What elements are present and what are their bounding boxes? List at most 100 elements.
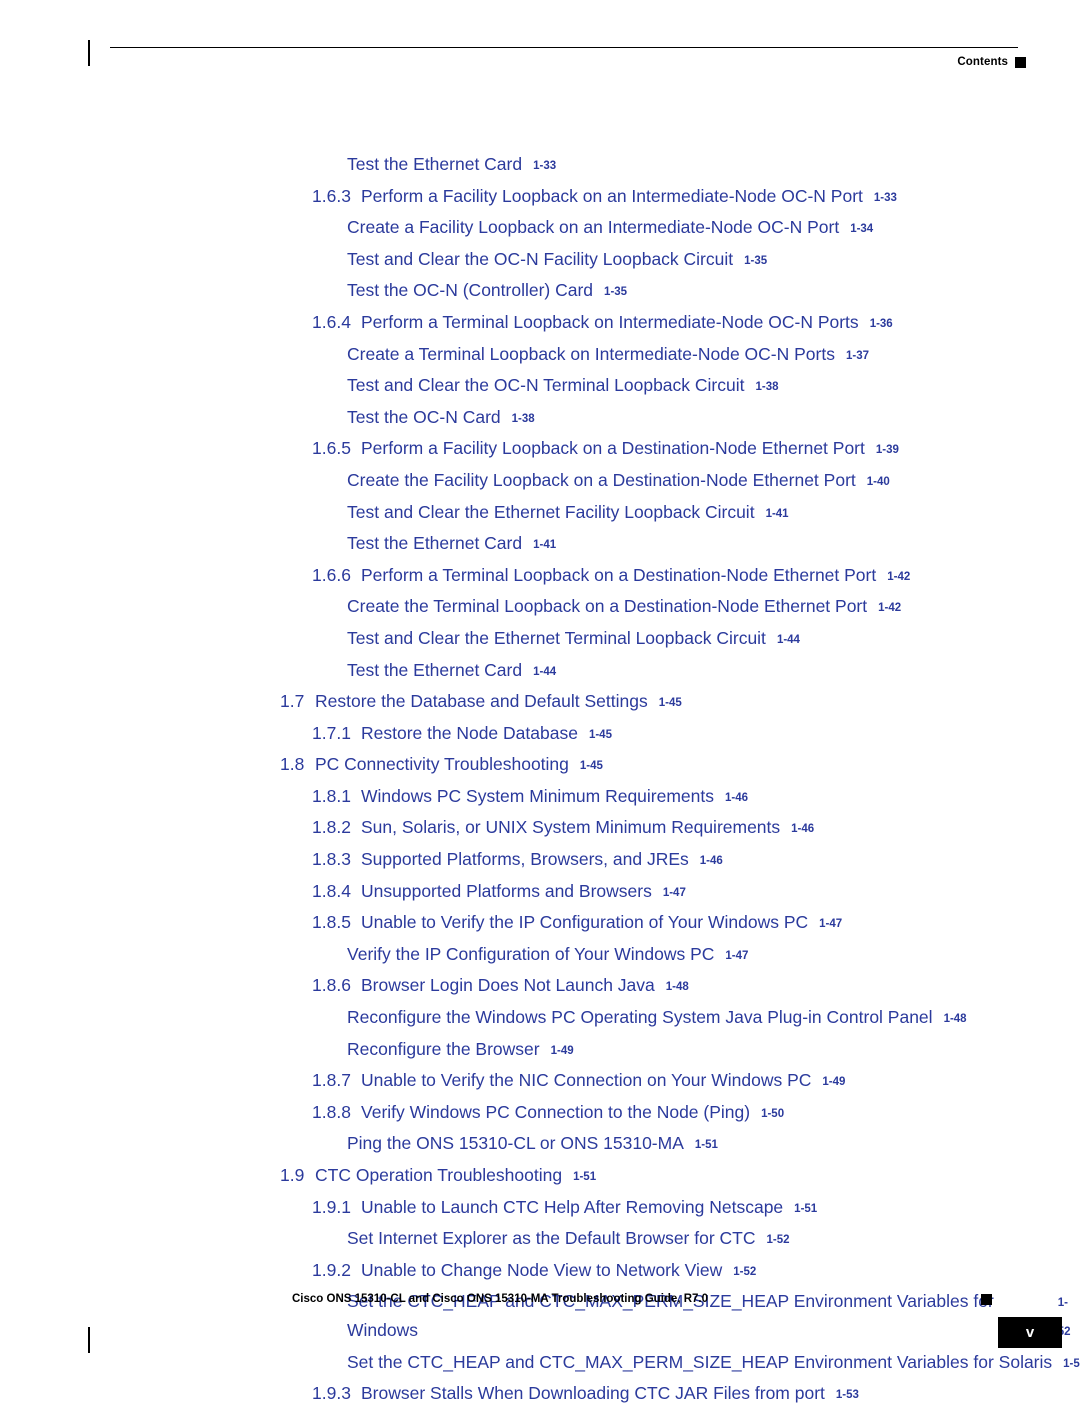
- toc-entry-title: Test the Ethernet Card: [347, 154, 523, 174]
- toc-entry-page: 1-35: [604, 286, 628, 299]
- toc-entry-title: Create the Facility Loopback on a Destin…: [347, 469, 856, 490]
- toc-entry-title: Perform a Terminal Loopback on a Destina…: [361, 564, 877, 585]
- toc-entry-title: Unsupported Platforms and Browsers: [361, 880, 652, 901]
- toc-entry[interactable]: Create the Terminal Loopback on a Destin…: [0, 592, 1080, 624]
- toc-entry[interactable]: 1.8.1 Windows PC System Minimum Requireme…: [0, 782, 1080, 814]
- toc-entry[interactable]: 1.6.6 Perform a Terminal Loopback on a De…: [0, 561, 1080, 593]
- toc-entry[interactable]: Test the Ethernet Card 1-41: [0, 529, 1080, 561]
- toc-entry-page: 1-51: [794, 1202, 818, 1215]
- toc-entry[interactable]: Test and Clear the OC-N Facility Loopbac…: [0, 245, 1080, 277]
- toc-entry-title: Create the Terminal Loopback on a Destin…: [347, 596, 868, 617]
- toc-entry-number: 1.9.1: [312, 1196, 351, 1217]
- toc-entry-title: Restore the Database and Default Setting…: [315, 691, 648, 712]
- toc-entry-page: 1-48: [665, 981, 689, 994]
- toc-entry-page: 1-36: [869, 317, 893, 330]
- toc-entry-number: 1.6.3: [312, 185, 351, 206]
- toc-entry-page: 1-49: [822, 1076, 846, 1089]
- toc-entry-number: 1.7.1: [312, 722, 351, 743]
- page-header: Contents: [0, 44, 1080, 74]
- toc-entry-number: 1.9: [280, 1165, 305, 1185]
- toc-entry[interactable]: Test the OC-N (Controller) Card 1-35: [0, 276, 1080, 308]
- toc-entry-title: Restore the Node Database: [361, 722, 578, 743]
- toc-entry[interactable]: 1.8.6 Browser Login Does Not Launch Java 1…: [0, 971, 1080, 1003]
- toc-entry-title: Verify the IP Configuration of Your Wind…: [347, 943, 715, 964]
- toc-entry-page: 1-45: [579, 760, 603, 773]
- toc-entry-page: 1-47: [819, 918, 843, 931]
- toc-entry-title: Test and Clear the Ethernet Facility Loo…: [347, 501, 755, 522]
- toc-entry-page: 1-34: [850, 223, 874, 236]
- toc-entry-title: Unable to Verify the IP Configuration of…: [361, 912, 809, 933]
- toc-entry[interactable]: Set Internet Explorer as the Default Bro…: [0, 1224, 1080, 1256]
- toc-entry-page: 1-52: [766, 1234, 790, 1247]
- header-contents-label: Contents: [957, 56, 1008, 68]
- toc-entry[interactable]: 1.7 Restore the Database and Default Sett…: [0, 687, 1080, 719]
- toc-entry-page: 1-42: [887, 570, 911, 583]
- toc-entry-number: 1.8.2: [312, 817, 351, 838]
- toc-entry-title: Test and Clear the OC-N Terminal Loopbac…: [347, 375, 745, 396]
- toc-entry[interactable]: Test the Ethernet Card 1-44: [0, 656, 1080, 688]
- toc-entry-title: Browser Login Does Not Launch Java: [361, 975, 655, 996]
- toc-entry-page: 1-40: [866, 475, 890, 488]
- toc-entry[interactable]: 1.9 CTC Operation Troubleshooting 1-51: [0, 1161, 1080, 1193]
- toc-entry[interactable]: 1.8.3 Supported Platforms, Browsers, and …: [0, 845, 1080, 877]
- toc-entry-title: Test and Clear the Ethernet Terminal Loo…: [347, 627, 766, 648]
- header-square-marker: [1015, 57, 1026, 68]
- toc-entry[interactable]: Test the OC-N Card 1-38: [0, 403, 1080, 435]
- toc-entry-title: Supported Platforms, Browsers, and JREs: [361, 849, 689, 870]
- toc-entry-page: 1-46: [725, 791, 749, 804]
- toc-entry[interactable]: 1.8.7 Unable to Verify the NIC Connection…: [0, 1066, 1080, 1098]
- toc-entry-number: 1.6.5: [312, 438, 351, 459]
- toc-entry[interactable]: 1.6.3 Perform a Facility Loopback on an I…: [0, 182, 1080, 214]
- toc-entry-title: Create a Facility Loopback on an Interme…: [347, 217, 840, 238]
- toc-entry-number: 1.8.6: [312, 975, 351, 996]
- toc-entry-page: 1-38: [511, 412, 535, 425]
- toc-entry-title: Verify Windows PC Connection to the Node…: [361, 1101, 751, 1122]
- toc-entry[interactable]: Create a Facility Loopback on an Interme…: [0, 213, 1080, 245]
- toc-entry-page: 1-49: [550, 1044, 574, 1057]
- toc-entry-title: Create a Terminal Loopback on Intermedia…: [347, 343, 835, 364]
- toc-entry-number: 1.8.1: [312, 785, 351, 806]
- toc-entry[interactable]: 1.8.2 Sun, Solaris, or UNIX System Minimu…: [0, 813, 1080, 845]
- toc-entry-page: 1-42: [878, 602, 902, 615]
- toc-entry-number: 1.8.3: [312, 849, 351, 870]
- toc-entry[interactable]: 1.8.4 Unsupported Platforms and Browsers 1…: [0, 877, 1080, 909]
- toc-entry-title: Unable to Verify the NIC Connection on Y…: [361, 1070, 812, 1091]
- toc-entry[interactable]: Verify the IP Configuration of Your Wind…: [0, 940, 1080, 972]
- toc-entry-title: Reconfigure the Windows PC Operating Sys…: [347, 1007, 933, 1028]
- toc-entry-page: 1-48: [943, 1013, 967, 1026]
- toc-entry-page: 1-50: [761, 1107, 785, 1120]
- toc-entry[interactable]: Test and Clear the Ethernet Facility Loo…: [0, 498, 1080, 530]
- toc-entry[interactable]: Reconfigure the Browser 1-49: [0, 1035, 1080, 1067]
- toc-entry[interactable]: Test the Ethernet Card 1-33: [0, 150, 1080, 182]
- toc-entry[interactable]: Test and Clear the OC-N Terminal Loopbac…: [0, 371, 1080, 403]
- toc-entry-number: 1.8.5: [312, 912, 351, 933]
- toc-entry[interactable]: 1.7.1 Restore the Node Database 1-45: [0, 719, 1080, 751]
- toc-entry[interactable]: 1.8.8 Verify Windows PC Connection to the…: [0, 1098, 1080, 1130]
- toc-entry[interactable]: Create the Facility Loopback on a Destin…: [0, 466, 1080, 498]
- toc-entry[interactable]: 1.6.4 Perform a Terminal Loopback on Inte…: [0, 308, 1080, 340]
- toc-entry-number: 1.8.8: [312, 1101, 351, 1122]
- toc-entry-number: 1.6.6: [312, 564, 351, 585]
- toc-entry[interactable]: 1.9.1 Unable to Launch CTC Help After Rem…: [0, 1193, 1080, 1225]
- toc-entry-number: 1.8.4: [312, 880, 351, 901]
- toc-entry-page: 1-39: [875, 444, 899, 457]
- toc-entry[interactable]: Reconfigure the Windows PC Operating Sys…: [0, 1003, 1080, 1035]
- toc-entry[interactable]: Create a Terminal Loopback on Intermedia…: [0, 340, 1080, 372]
- toc-entry-number: 1.6.4: [312, 311, 351, 332]
- toc-entry[interactable]: Test and Clear the Ethernet Terminal Loo…: [0, 624, 1080, 656]
- toc-entry[interactable]: 1.6.5 Perform a Facility Loopback on a De…: [0, 434, 1080, 466]
- toc-entry-page: 1-41: [765, 507, 789, 520]
- toc-entry-title: Reconfigure the Browser: [347, 1038, 540, 1059]
- toc-entry-title: Perform a Facility Loopback on an Interm…: [361, 185, 863, 206]
- toc-entry-title: Test and Clear the OC-N Facility Loopbac…: [347, 248, 734, 269]
- footer-document-title: Cisco ONS 15310-CL and Cisco ONS 15310-M…: [291, 1293, 709, 1305]
- toc-entry-title: Perform a Facility Loopback on a Destina…: [361, 438, 865, 459]
- toc-entry-page: 1-44: [533, 665, 557, 678]
- toc-entry[interactable]: 1.8.5 Unable to Verify the IP Configurati…: [0, 908, 1080, 940]
- toc-entry-page: 1-51: [573, 1171, 597, 1183]
- toc-entry-title: Windows PC System Minimum Requirements: [361, 785, 715, 806]
- toc-entry-title: PC Connectivity Troubleshooting: [315, 754, 569, 775]
- toc-entry[interactable]: Ping the ONS 15310-CL or ONS 15310-MA 1-5…: [0, 1129, 1080, 1161]
- footer-square-marker: [981, 1294, 992, 1305]
- toc-entry[interactable]: 1.8 PC Connectivity Troubleshooting 1-45: [0, 750, 1080, 782]
